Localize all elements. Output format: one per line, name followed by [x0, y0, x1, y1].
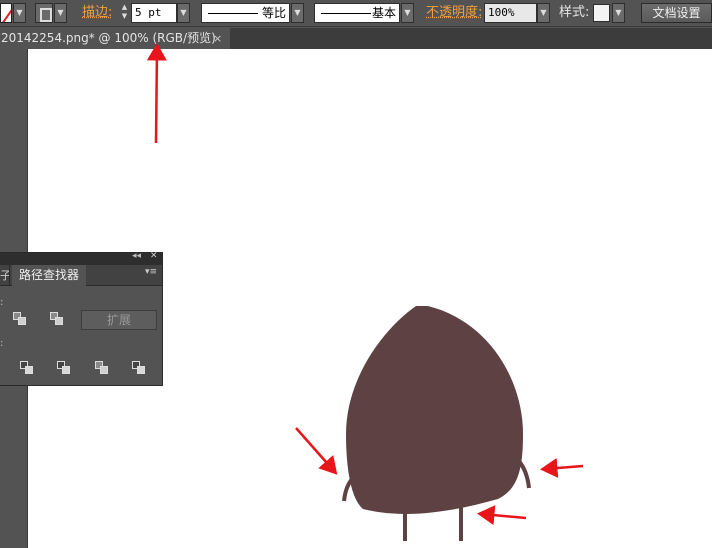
expand-button[interactable]: 扩展 — [81, 310, 157, 330]
stroke-color-dropdown[interactable]: ▼ — [13, 3, 26, 23]
style-label: 样式: — [559, 5, 590, 20]
variable-width-profile[interactable]: 等比 — [201, 3, 290, 23]
control-bar: ▼ ▼ 描边: ▲ ▼ 5 pt ▼ 等比 ▼ 基本 ▼ 不透明度: 100% ▼… — [0, 0, 712, 27]
stroke-label[interactable]: 描边: — [82, 3, 112, 23]
panel-menu-icon[interactable]: ▾≡ — [145, 267, 157, 277]
document-setup-button[interactable]: 文档设置 — [641, 3, 712, 23]
profile-label: 等比 — [261, 6, 286, 20]
divide-icon[interactable] — [20, 361, 34, 375]
opacity-label[interactable]: 不透明度: — [426, 3, 482, 23]
illustrator-window: ▼ ▼ 描边: ▲ ▼ 5 pt ▼ 等比 ▼ 基本 ▼ 不透明度: 100% ▼… — [0, 0, 712, 548]
brush-dropdown[interactable]: ▼ — [401, 3, 414, 23]
document-tab[interactable]: 20142254.png* @ 100% (RGB/预览) × — [0, 28, 230, 49]
document-tab-title: 20142254.png* @ 100% (RGB/预览) — [1, 31, 216, 45]
tab-pathfinder[interactable]: 路径查找器 — [12, 265, 86, 287]
right-arc-stroke[interactable] — [516, 458, 531, 489]
profile-dropdown[interactable]: ▼ — [291, 3, 304, 23]
stroke-weight-spinner[interactable]: ▲ ▼ — [119, 3, 130, 23]
panel-titlebar[interactable]: ◂◂ ✕ — [0, 251, 162, 265]
collapse-panel-icon[interactable]: ◂◂ — [132, 251, 141, 261]
stroke-weight-input[interactable]: 5 pt — [131, 3, 177, 23]
panel-tab-strip: 子 路径查找器 ▾≡ — [0, 265, 162, 287]
crop-icon[interactable] — [95, 361, 109, 375]
stroke-color-swatch[interactable] — [0, 3, 12, 23]
pathfinders-row-marker: : — [0, 338, 4, 349]
stroke-weight-dropdown[interactable]: ▼ — [177, 3, 190, 23]
document-tab-bar: 20142254.png* @ 100% (RGB/预览) × — [0, 28, 712, 49]
opacity-dropdown[interactable]: ▼ — [537, 3, 550, 23]
close-panel-icon[interactable]: ✕ — [150, 251, 158, 261]
intersect-icon[interactable] — [13, 312, 27, 326]
stroke-box-icon[interactable] — [35, 3, 53, 23]
shape-modes-row-marker: : — [0, 297, 4, 308]
opacity-input[interactable]: 100% — [484, 3, 537, 23]
egg-shape[interactable] — [346, 306, 523, 514]
brush-definition[interactable]: 基本 — [314, 3, 400, 23]
graphic-style-swatch[interactable] — [593, 4, 610, 22]
tab-transform-partial[interactable]: 子 — [0, 265, 10, 286]
exclude-icon[interactable] — [50, 312, 64, 326]
brush-label: 基本 — [371, 6, 396, 20]
minus-back-icon[interactable] — [132, 361, 146, 375]
stroke-box-dropdown[interactable]: ▼ — [54, 3, 67, 23]
trim-icon[interactable] — [57, 361, 71, 375]
graphic-style-dropdown[interactable]: ▼ — [612, 3, 625, 23]
close-tab-icon[interactable]: × — [213, 28, 222, 49]
pathfinder-panel: ◂◂ ✕ 子 路径查找器 ▾≡ : 扩展 : — [0, 251, 163, 386]
